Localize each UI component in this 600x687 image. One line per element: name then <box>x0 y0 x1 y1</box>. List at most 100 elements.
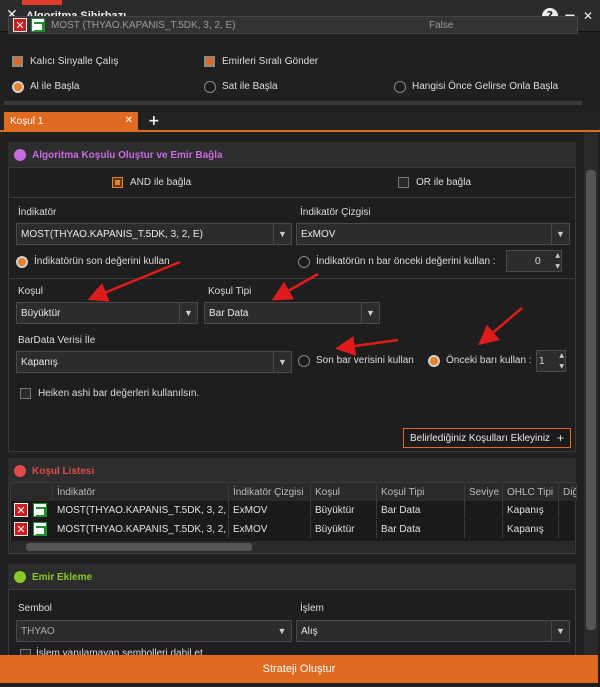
kosul-tipi-select[interactable]: Bar Data ▼ <box>204 302 380 324</box>
table-header[interactable]: Koşul <box>311 483 377 501</box>
n-bar-label: İndikatörün n bar önceki değerini kullan… <box>316 256 496 267</box>
chevron-down-icon: ▼ <box>273 352 291 372</box>
cizgi-select[interactable]: ExMOV ▼ <box>296 223 570 245</box>
background-row: ✕ MOST (THYAO.KAPANIS_T.5DK, 3, 2, E) Fa… <box>8 16 578 34</box>
table-header[interactable]: Diğ <box>559 483 577 501</box>
al-radio[interactable] <box>12 81 24 93</box>
chevron-down-icon: ▼ <box>273 224 291 244</box>
al-label: Al ile Başla <box>30 81 80 92</box>
sembol-label: Sembol <box>18 603 52 614</box>
chevron-down-icon: ▼ <box>551 224 569 244</box>
edit-icon[interactable] <box>31 18 45 32</box>
tab-close-icon[interactable]: ✕ <box>125 115 133 126</box>
or-checkbox[interactable] <box>398 177 409 188</box>
kosul-listesi-title: Koşul Listesi <box>32 466 95 477</box>
down-arrow-icon[interactable]: ▼ <box>555 263 560 270</box>
table-cell: MOST(THYAO.KAPANIS_T.5DK, 3, 2, E) <box>53 520 229 538</box>
up-arrow-icon[interactable]: ▲ <box>559 352 564 359</box>
table-header[interactable]: Seviye <box>465 483 503 501</box>
kosul-tipi-value: Bar Data <box>209 308 249 319</box>
scrollbar-thumb[interactable] <box>586 170 596 630</box>
table-cell: Büyüktür <box>311 520 377 538</box>
red-dot-icon <box>14 465 26 477</box>
table-cell: Bar Data <box>377 501 465 519</box>
n-bar-stepper[interactable]: 0 ▲ ▼ <box>506 250 562 272</box>
bardata-value: Kapanış <box>21 357 58 368</box>
chevron-down-icon: ▼ <box>361 303 379 323</box>
onceki-bar-radio[interactable] <box>428 355 440 367</box>
indikator-value: MOST(THYAO.KAPANIS_T.5DK, 3, 2, E) <box>21 229 203 240</box>
kosul-label: Koşul <box>18 286 44 297</box>
heiken-label: Heiken ashi bar değerleri kullanılsın. <box>38 388 200 399</box>
table-header <box>11 483 53 501</box>
close-button[interactable]: ✕ <box>580 8 596 24</box>
bardata-label: BarData Verisi İle <box>18 335 96 346</box>
son-deger-label: İndikatörün son değerini kullan <box>34 256 170 267</box>
add-tab-icon[interactable]: + <box>148 113 160 129</box>
table-header[interactable]: OHLC Tipi <box>503 483 559 501</box>
son-bar-radio[interactable] <box>298 355 310 367</box>
table-cell <box>465 520 503 538</box>
chevron-down-icon: ▼ <box>179 303 197 323</box>
sembol-value: THYAO <box>21 626 55 637</box>
onceki-bar-stepper[interactable]: 1 ▲ ▼ <box>536 350 566 372</box>
islem-value: Alış <box>301 626 318 637</box>
chevron-down-icon: ▼ <box>277 626 287 636</box>
row-value: False <box>429 20 454 31</box>
hangisi-label: Hangisi Önce Gelirse Onla Başla <box>412 81 559 92</box>
add-conditions-label: Belirlediğiniz Koşulları Ekleyiniz <box>410 433 551 444</box>
kosul-tipi-label: Koşul Tipi <box>208 286 252 297</box>
purple-dot-icon <box>14 149 26 161</box>
up-arrow-icon[interactable]: ▲ <box>555 252 560 259</box>
kosul-select[interactable]: Büyüktür ▼ <box>16 302 198 324</box>
down-arrow-icon[interactable]: ▼ <box>559 363 564 370</box>
emirleri-label: Emirleri Sıralı Gönder <box>222 56 319 67</box>
table-cell: Büyüktür <box>311 501 377 519</box>
table-cell: Bar Data <box>377 520 465 538</box>
delete-icon[interactable]: ✕ <box>13 18 27 32</box>
algo-panel <box>8 142 576 452</box>
hangisi-radio[interactable] <box>394 81 406 93</box>
algo-section-title: Algoritma Koşulu Oluştur ve Emir Bağla <box>32 150 223 161</box>
islem-label: İşlem <box>300 603 324 614</box>
table-cell: ExMOV <box>229 501 311 519</box>
son-deger-radio[interactable] <box>16 256 28 268</box>
emirleri-checkbox[interactable] <box>204 56 215 67</box>
or-label: OR ile bağla <box>416 177 472 188</box>
kalici-checkbox[interactable] <box>12 56 23 67</box>
and-checkbox[interactable] <box>112 177 123 188</box>
sat-radio[interactable] <box>204 81 216 93</box>
and-label: AND ile bağla <box>130 177 192 188</box>
indikator-select[interactable]: MOST(THYAO.KAPANIS_T.5DK, 3, 2, E) ▼ <box>16 223 292 245</box>
divider <box>4 101 582 105</box>
horizontal-scrollbar-thumb[interactable] <box>26 543 252 551</box>
heiken-checkbox[interactable] <box>20 388 31 399</box>
onceki-bar-label: Önceki barı kullan : <box>446 355 532 366</box>
background-strip <box>22 0 62 5</box>
sembol-select[interactable]: THYAO ▼ <box>16 620 292 642</box>
table-header[interactable]: Koşul Tipi <box>377 483 465 501</box>
create-strategy-button[interactable]: Strateji Oluştur <box>0 655 598 683</box>
plus-icon: + <box>556 431 564 445</box>
n-bar-value: 0 <box>534 256 541 267</box>
green-dot-icon <box>14 571 26 583</box>
tab-kosul-1[interactable]: Koşul 1 ✕ <box>4 112 138 132</box>
chevron-down-icon: ▼ <box>551 621 569 641</box>
table-header[interactable]: İndikatör <box>53 483 229 501</box>
table-cell: Kapanış <box>503 520 559 538</box>
edit-row-icon[interactable] <box>33 503 47 517</box>
son-bar-label: Son bar verisini kullan <box>316 355 414 366</box>
table-header[interactable]: İndikatör Çizgisi <box>229 483 311 501</box>
table-cell: Kapanış <box>503 501 559 519</box>
conditions-table: İndikatör İndikatör Çizgisi Koşul Koşul … <box>10 482 577 542</box>
delete-row-icon[interactable]: ✕ <box>14 503 28 517</box>
delete-row-icon[interactable]: ✕ <box>14 522 28 536</box>
n-bar-radio[interactable] <box>298 256 310 268</box>
add-conditions-button[interactable]: Belirlediğiniz Koşulları Ekleyiniz + <box>403 428 571 448</box>
bardata-select[interactable]: Kapanış ▼ <box>16 351 292 373</box>
edit-row-icon[interactable] <box>33 522 47 536</box>
islem-select[interactable]: Alış ▼ <box>296 620 570 642</box>
kosul-value: Büyüktür <box>21 308 61 319</box>
sat-label: Sat ile Başla <box>222 81 278 92</box>
table-cell: MOST(THYAO.KAPANIS_T.5DK, 3, 2, E) <box>53 501 229 519</box>
